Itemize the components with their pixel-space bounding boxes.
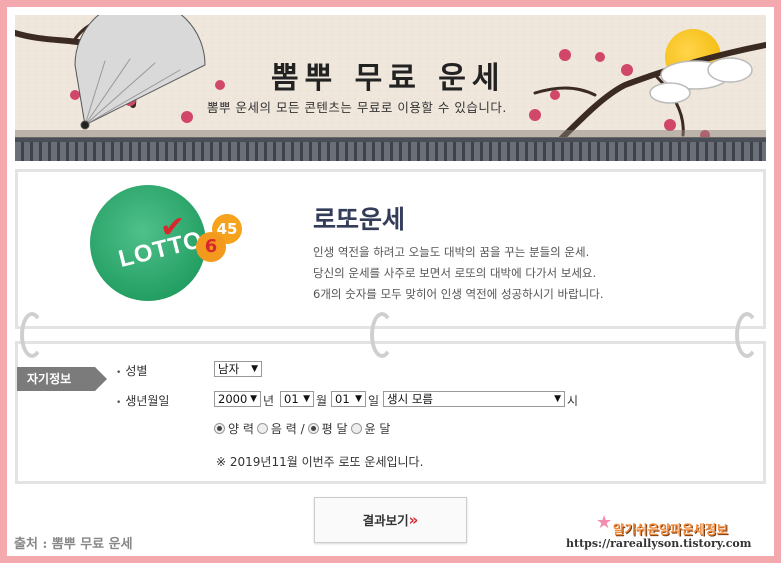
year-select-value: 2000 (218, 392, 248, 406)
binder-ring-icon (735, 312, 759, 358)
banner-title: 뽐뿌 무료 운세 (271, 61, 506, 96)
source-credit: 출처 : 뽐뿌 무료 운세 (14, 537, 133, 552)
star-icon: ★ (596, 512, 613, 533)
self-info-tag: 자기정보 (17, 367, 107, 391)
month-select-value: 01 (284, 392, 299, 406)
gender-select-value: 남자 (218, 362, 240, 376)
hour-select[interactable]: 생시 모름 ▼ (383, 391, 565, 407)
binder-ring-icon (370, 312, 394, 358)
banner: 뽐뿌 무료 운세 뽐뿌 운세의 모든 콘텐츠는 무료로 이용할 수 있습니다. (15, 15, 766, 161)
gender-label: 성별 (116, 362, 147, 379)
ball-6-icon: 6 (196, 232, 226, 262)
day-unit: 일 (368, 394, 380, 408)
blog-url: https://rareallyson.tistory.com (566, 537, 752, 550)
year-unit: 년 (263, 394, 275, 408)
chevron-down-icon: ▼ (250, 394, 257, 404)
year-select[interactable]: 2000 ▼ (214, 391, 261, 407)
radio-leap-month[interactable] (350, 423, 362, 434)
lotto-desc-line: 당신의 운세를 사주로 보면서 로또의 대박에 다가서 보세요. (313, 266, 597, 280)
chevron-down-icon: ▼ (554, 394, 561, 404)
roof-tiles-decoration (15, 130, 766, 161)
chevron-down-icon: ▼ (303, 394, 310, 404)
lotto-title: 로또운세 (313, 205, 406, 234)
radio-solar-label: 양 력 (228, 422, 254, 436)
radio-lunar[interactable] (256, 423, 268, 434)
chevron-down-icon: ▼ (355, 394, 362, 404)
banner-subtitle: 뽐뿌 운세의 모든 콘텐츠는 무료로 이용할 수 있습니다. (207, 100, 507, 115)
birthdate-label: 생년월일 (116, 392, 169, 409)
binder-ring-icon (20, 312, 44, 358)
lotto-desc-line: 6개의 숫자를 모두 맞히어 인생 역전에 성공하시기 바랍니다. (313, 287, 604, 301)
hour-select-value: 생시 모름 (387, 392, 433, 406)
radio-leap-label: 윤 달 (364, 422, 391, 436)
radio-normal-label: 평 달 (321, 422, 348, 436)
radio-solar[interactable] (214, 423, 225, 434)
result-button[interactable]: 결과보기» (314, 497, 467, 543)
day-select-value: 01 (335, 392, 350, 406)
month-unit: 월 (316, 394, 328, 408)
hour-unit: 시 (567, 394, 579, 408)
double-chevron-right-icon: » (408, 511, 419, 529)
day-select[interactable]: 01 ▼ (331, 391, 366, 407)
gender-select[interactable]: 남자 ▼ (214, 361, 262, 377)
month-select[interactable]: 01 ▼ (280, 391, 314, 407)
lotto-desc-line: 인생 역전을 하려고 오늘도 대박의 꿈을 꾸는 분들의 운세. (313, 245, 590, 259)
calendar-radio-group: 양 력 음 력 / 평 달 윤 달 (214, 420, 390, 437)
chevron-down-icon: ▼ (251, 364, 258, 374)
blog-name: 알기쉬운양파운세정보 (613, 522, 729, 537)
radio-normal-month[interactable] (307, 423, 319, 434)
radio-lunar-label: 음 력 / (270, 422, 305, 436)
result-button-label: 결과보기 (362, 513, 409, 528)
lotto-week-note: ※ 2019년11월 이번주 로또 운세입니다. (216, 455, 424, 469)
